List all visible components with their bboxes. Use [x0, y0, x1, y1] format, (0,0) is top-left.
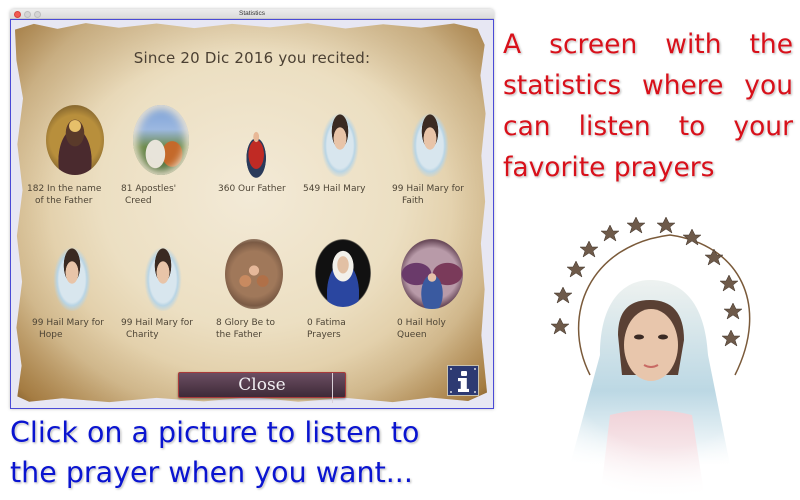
caption-line-1: 99 Hail Mary for — [392, 184, 464, 194]
close-button-label: Close — [238, 375, 286, 395]
caption-line-1: 182 In the name — [27, 184, 102, 194]
prayer-caption: 99 Hail Mary for Faith — [388, 183, 488, 207]
prayer-caption: 0 Hail Holy Queen — [397, 317, 497, 341]
title-bar: Statistics — [10, 9, 494, 19]
fade-overlay — [530, 205, 800, 500]
caption-line-2: Creed — [125, 196, 152, 206]
caption-line-1: 81 Apostles' — [121, 184, 177, 194]
caption-line-1: 360 Our Father — [218, 184, 286, 194]
window-title: Statistics — [238, 10, 265, 17]
promo-bottom-line-1: Click on a picture to listen to — [10, 416, 420, 449]
prayer-caption: 182 In the name of the Father — [27, 183, 127, 207]
prayer-caption: 549 Hail Mary — [300, 183, 400, 195]
caption-line-2: Faith — [402, 196, 424, 206]
prayer-caption: 99 Hail Mary for Hope — [32, 317, 132, 341]
caption-line-2: Queen — [397, 330, 427, 340]
prayer-caption: 99 Hail Mary for Charity — [121, 317, 221, 341]
parchment-background — [15, 23, 487, 403]
caption-line-1: 99 Hail Mary for — [32, 318, 104, 328]
info-button[interactable] — [447, 365, 479, 396]
madonna-picture[interactable] — [141, 241, 185, 311]
rivet — [450, 391, 452, 393]
madonna-with-halo-illustration — [530, 205, 800, 500]
prayer-caption: 360 Our Father — [210, 183, 310, 195]
coronation-picture[interactable] — [401, 239, 463, 309]
rivet — [474, 391, 476, 393]
caption-line-1: 8 Glory Be to — [216, 318, 276, 328]
caption-line-1: 99 Hail Mary for — [121, 318, 193, 328]
promo-caption-bottom: Click on a picture to listen to the pray… — [10, 413, 490, 493]
baptism-picture[interactable] — [133, 105, 189, 175]
window-content — [10, 19, 494, 409]
caption-line-1: 549 Hail Mary — [303, 184, 366, 194]
madonna-picture[interactable] — [318, 107, 362, 177]
rivet — [450, 368, 452, 370]
prayer-caption: 8 Glory Be to the Father — [216, 317, 316, 341]
button-ornament — [332, 373, 333, 403]
promo-bottom-line-2: the prayer when you want... — [10, 456, 413, 489]
madonna-picture[interactable] — [50, 241, 94, 311]
info-icon — [461, 371, 467, 376]
caption-line-2: Prayers — [307, 330, 341, 340]
promo-caption-right: A screen with the statistics where you c… — [503, 29, 793, 183]
madonna-picture[interactable] — [408, 107, 452, 177]
close-button[interactable]: Close — [178, 372, 346, 403]
caption-line-1: 0 Hail Holy — [397, 318, 446, 328]
caption-line-1: 0 Fatima — [307, 318, 346, 328]
info-icon-stem — [458, 378, 469, 392]
holy-family-picture[interactable] — [225, 239, 283, 309]
prayer-caption: 0 Fatima Prayers — [307, 317, 407, 341]
fatima-madonna-picture[interactable] — [315, 239, 371, 307]
app-screenshot: Statistics Since 20 Dic 2016 you recited… — [0, 0, 800, 500]
caption-line-2: Hope — [39, 330, 63, 340]
statistics-window: Statistics Since 20 Dic 2016 you recited… — [10, 9, 494, 409]
caption-line-2: the Father — [216, 330, 262, 340]
prayer-caption: 81 Apostles' Creed — [121, 183, 221, 207]
jesus-praying-picture[interactable] — [232, 109, 276, 179]
caption-line-2: of the Father — [35, 196, 93, 206]
caption-line-2: Charity — [126, 330, 159, 340]
statistics-heading: Since 20 Dic 2016 you recited: — [133, 49, 371, 67]
jesus-mosaic-picture[interactable] — [46, 105, 104, 175]
rivet — [474, 368, 476, 370]
